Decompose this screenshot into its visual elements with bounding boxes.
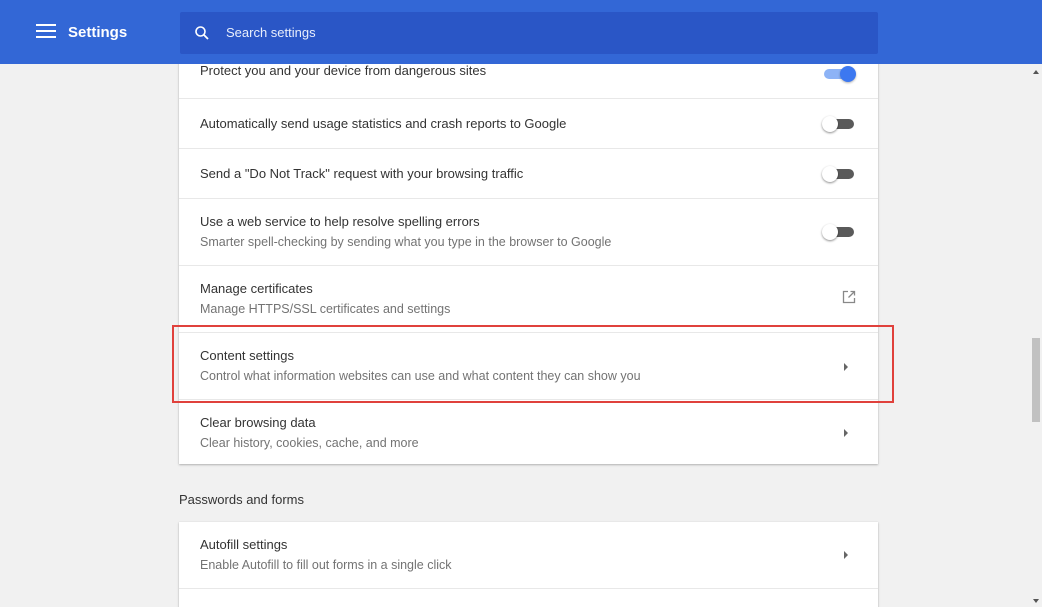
row-label: Autofill settings [200,537,288,552]
do-not-track-toggle[interactable] [822,166,856,182]
chevron-right-icon [844,551,848,559]
row-description: Smarter spell-checking by sending what y… [200,235,612,249]
search-icon [195,26,209,40]
safe-browsing-row[interactable]: Protect you and your device from dangero… [179,64,878,98]
spelling-service-toggle[interactable] [822,224,856,240]
page-title: Settings [68,24,128,41]
row-label: Clear browsing data [200,415,316,430]
search-input[interactable]: Search settings [180,12,878,54]
row-label: Automatically send usage statistics and … [200,116,567,131]
row-description: Enable Autofill to fill out forms in a s… [200,558,452,572]
spelling-service-row[interactable]: Use a web service to help resolve spelli… [179,198,878,265]
row-label: Manage certificates [200,281,313,296]
scroll-down-arrow-icon[interactable] [1033,599,1039,603]
privacy-card: Protect you and your device from dangero… [179,64,878,464]
scrollbar-thumb[interactable] [1032,338,1040,422]
do-not-track-row[interactable]: Send a "Do Not Track" request with your … [179,148,878,198]
row-label: Use a web service to help resolve spelli… [200,214,480,229]
open-in-new-icon[interactable] [842,290,856,304]
row-description: Clear history, cookies, cache, and more [200,436,419,450]
section-title-passwords: Passwords and forms [179,492,304,507]
autofill-settings-row[interactable]: Autofill settings Enable Autofill to fil… [179,522,878,588]
manage-certificates-row[interactable]: Manage certificates Manage HTTPS/SSL cer… [179,265,878,332]
clear-browsing-data-row[interactable]: Clear browsing data Clear history, cooki… [179,399,878,464]
passwords-card: Autofill settings Enable Autofill to fil… [179,522,878,607]
row-label: Protect you and your device from dangero… [200,64,487,78]
content-settings-row[interactable]: Content settings Control what informatio… [179,332,878,399]
app-header: Settings Search settings [0,0,1042,64]
settings-content: Protect you and your device from dangero… [0,64,1030,607]
usage-statistics-toggle[interactable] [822,116,856,132]
scrollbar[interactable] [1030,64,1042,607]
safe-browsing-toggle[interactable] [822,66,856,82]
chevron-right-icon [844,363,848,371]
next-settings-row[interactable] [179,588,878,607]
chevron-right-icon [844,429,848,437]
usage-statistics-row[interactable]: Automatically send usage statistics and … [179,98,878,148]
row-description: Manage HTTPS/SSL certificates and settin… [200,302,451,316]
row-label: Send a "Do Not Track" request with your … [200,166,524,181]
scroll-up-arrow-icon[interactable] [1033,70,1039,74]
search-placeholder: Search settings [226,25,316,40]
row-description: Control what information websites can us… [200,369,641,383]
row-label: Content settings [200,348,294,363]
hamburger-menu-icon[interactable] [36,24,56,40]
